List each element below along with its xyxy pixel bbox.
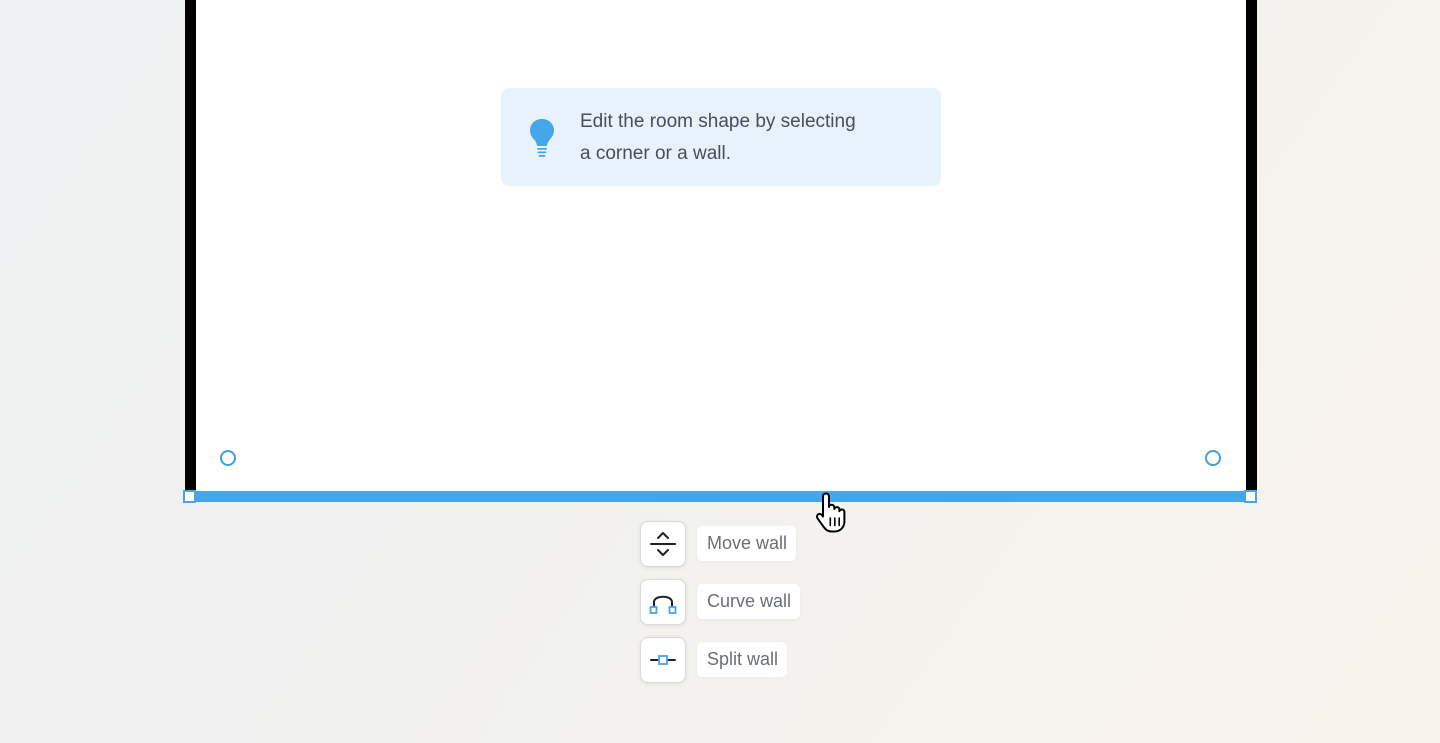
hand-pointer-cursor-icon — [815, 492, 846, 533]
hint-text-line-2: a corner or a wall. — [580, 143, 732, 164]
curve-wall-button[interactable] — [640, 579, 686, 625]
corner-handle-left[interactable] — [220, 450, 236, 466]
hint-text-line-1: Edit the room shape by selecting — [580, 111, 856, 132]
curve-wall-icon — [649, 595, 677, 614]
split-wall-button[interactable] — [640, 637, 686, 683]
lightbulb-icon — [530, 119, 554, 157]
wall-endpoint-handle-right[interactable] — [1244, 490, 1257, 503]
move-wall-label[interactable]: Move wall — [697, 526, 797, 561]
selected-wall[interactable] — [190, 491, 1251, 502]
hint-text: Edit the room shape by selecting a corne… — [580, 106, 910, 170]
room-canvas[interactable] — [185, 0, 1257, 497]
wall-endpoint-handle-left[interactable] — [183, 490, 196, 503]
split-wall-icon — [650, 655, 676, 665]
split-wall-label[interactable]: Split wall — [697, 642, 788, 677]
move-wall-button[interactable] — [640, 521, 686, 567]
corner-handle-right[interactable] — [1205, 450, 1221, 466]
move-wall-icon — [650, 532, 676, 556]
curve-wall-label[interactable]: Curve wall — [697, 584, 801, 619]
hint-box: Edit the room shape by selecting a corne… — [501, 88, 941, 186]
